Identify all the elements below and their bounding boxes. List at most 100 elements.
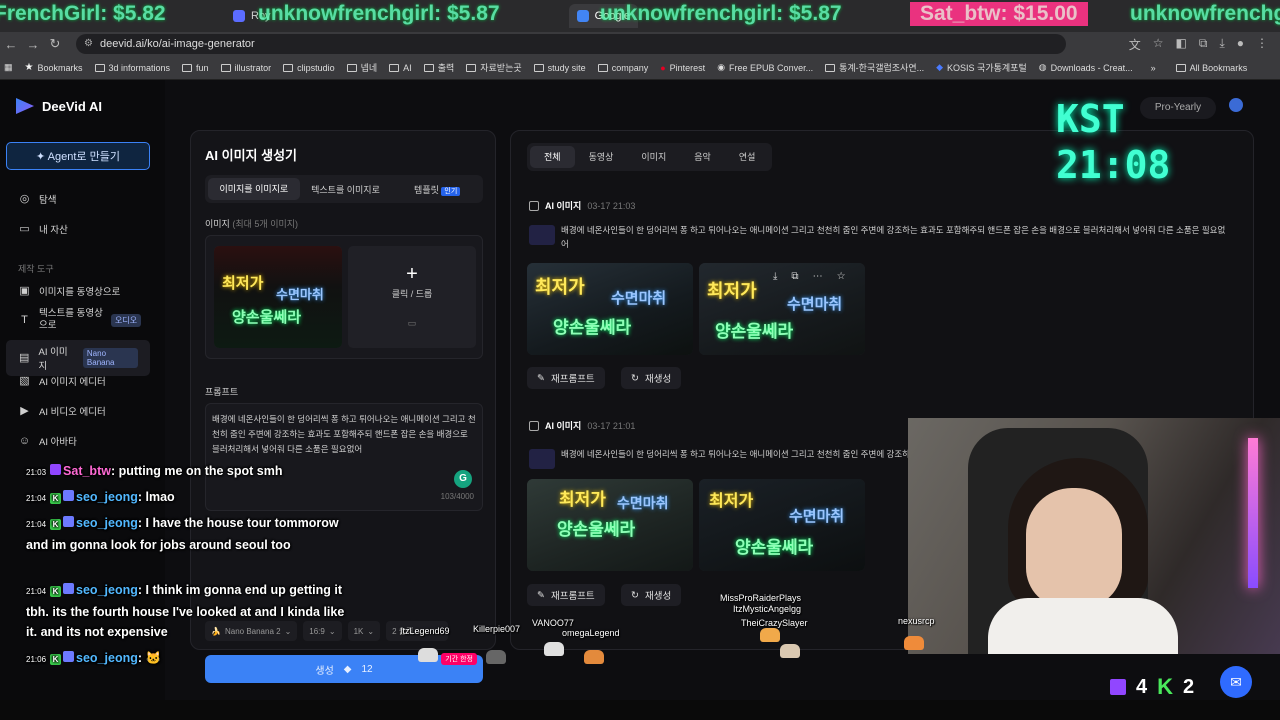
extensions-puzzle-icon[interactable]: ⧉ bbox=[1199, 36, 1208, 53]
badge-icon bbox=[63, 490, 75, 501]
regenerate-button[interactable]: ↻ 재생성 bbox=[621, 367, 682, 389]
browser-toolbar: ← → ↻ ⚙ deevid.ai/ko/ai-image-generator … bbox=[0, 32, 1280, 56]
bookmark-item[interactable]: 넵네 bbox=[346, 61, 377, 74]
tab-image-to-image[interactable]: 이미지를 이미지로 bbox=[208, 178, 300, 200]
bookmark-item[interactable]: 3d informations bbox=[94, 63, 170, 73]
chat-message: 21:04 Kseo_jeong: I have the house tour t… bbox=[26, 516, 339, 552]
back-icon[interactable]: ← bbox=[0, 37, 22, 52]
donation-ticker: FrenchGirl: $5.82 bbox=[0, 2, 166, 25]
sidebar-item-image-to-video[interactable]: ▣ 이미지를 동영상으로 bbox=[18, 284, 120, 299]
favorite-star-icon[interactable]: ☆ bbox=[837, 271, 846, 282]
image-icon: ▣ bbox=[19, 284, 30, 297]
prompt-label: 프롬프트 bbox=[205, 387, 239, 397]
menu-icon[interactable]: ⋮ bbox=[1256, 36, 1268, 53]
grammarly-icon[interactable]: G bbox=[454, 470, 472, 488]
entry-header: AI 이미지 03-17 21:01 bbox=[529, 419, 635, 432]
reprompt-button[interactable]: ✎ 재프롬프트 bbox=[527, 367, 605, 389]
bookmark-item[interactable]: AI bbox=[389, 63, 412, 73]
section-label: 제작 도구 bbox=[18, 264, 54, 274]
video-icon: ▶ bbox=[20, 404, 29, 417]
webcam-feed bbox=[908, 418, 1280, 654]
pet-sprite bbox=[904, 636, 924, 650]
bookmark-item[interactable]: 통계-한국갤럽조사연... bbox=[825, 61, 924, 74]
brand-logo[interactable]: DeeVid AI bbox=[16, 98, 102, 114]
donation-ticker: unknowfrenchgirl: $5.87 bbox=[600, 2, 842, 25]
bookmark-item[interactable]: company bbox=[597, 63, 648, 73]
sidebar-item-explore[interactable]: ◎ 탐색 bbox=[18, 192, 57, 207]
bookmark-star-icon[interactable]: ☆ bbox=[1153, 36, 1164, 53]
pet-name: MissProRaiderPlays bbox=[720, 593, 802, 603]
uploaded-image-thumbnail[interactable]: 최저가 수면마취 양손울쎄라 bbox=[214, 246, 342, 348]
generated-image[interactable]: 최저가 수면마취 양손울쎄라 bbox=[527, 479, 693, 571]
chat-message: 21:06 Kseo_jeong: 🐱 bbox=[26, 651, 162, 665]
pet-name: Killerpie007 bbox=[473, 624, 521, 634]
kick-badge-icon: K bbox=[50, 654, 62, 665]
download-icon[interactable]: ⤓ bbox=[773, 271, 777, 282]
bookmark-item[interactable]: ◆ KOSIS 국가통계포털 bbox=[936, 61, 1027, 74]
tab-speech[interactable]: 연설 bbox=[725, 146, 770, 168]
bookmark-item[interactable]: ● Pinterest bbox=[660, 63, 705, 73]
tab-text-to-image[interactable]: 텍스트를 이미지로 bbox=[300, 183, 392, 196]
edit-icon: ▧ bbox=[19, 374, 30, 387]
pet-name: ItzMysticAngelgg bbox=[733, 604, 802, 614]
bookmark-item[interactable]: ◉ Free EPUB Conver... bbox=[717, 62, 813, 73]
site-info-icon[interactable]: ⚙ bbox=[84, 38, 93, 49]
more-icon[interactable]: ⋯ bbox=[813, 271, 823, 282]
generated-image[interactable]: 최저가 수면마취 양손울쎄라 bbox=[699, 479, 865, 571]
profile-avatar[interactable]: ● bbox=[1237, 36, 1244, 53]
more-bookmarks-icon[interactable]: » bbox=[1151, 63, 1156, 73]
translate-icon[interactable]: 文 bbox=[1129, 36, 1141, 53]
agent-create-button[interactable]: ✦ Agent로 만들기 bbox=[6, 142, 150, 170]
reload-icon[interactable]: ↻ bbox=[44, 36, 66, 52]
results-tabs: 전체 동영상 이미지 음악 연설 bbox=[527, 143, 773, 171]
bookmark-item[interactable]: illustrator bbox=[220, 63, 271, 73]
sidebar-item-ai-video-editor[interactable]: ▶ AI 비디오 에디터 bbox=[18, 404, 105, 419]
forward-icon[interactable]: → bbox=[22, 37, 44, 52]
tab-favicon-icon bbox=[233, 10, 245, 22]
bookmark-item[interactable]: 자료받는곳 bbox=[466, 61, 522, 74]
copy-icon[interactable]: ⧉ bbox=[791, 271, 798, 282]
tab-template[interactable]: 템플릿 인기 bbox=[391, 183, 483, 196]
bookmark-item[interactable]: ★ Bookmarks bbox=[25, 62, 83, 73]
google-icon bbox=[576, 10, 589, 22]
bookmark-item[interactable]: study site bbox=[533, 63, 586, 73]
reprompt-button[interactable]: ✎ 재프롬프트 bbox=[527, 584, 605, 606]
mode-selector: 이미지를 이미지로 텍스트를 이미지로 템플릿 인기 bbox=[205, 175, 483, 203]
refresh-icon: ↻ bbox=[631, 589, 639, 601]
upload-dropzone[interactable]: + 클릭 / 드롭 ▭ bbox=[348, 246, 476, 348]
generated-image[interactable]: 최저가 수면마취 양손울쎄라 bbox=[527, 263, 693, 355]
bookmark-item[interactable]: ◍ Downloads - Creat... bbox=[1039, 62, 1133, 73]
plus-icon: + bbox=[406, 263, 418, 285]
download-icon[interactable]: ⤓ bbox=[1219, 36, 1224, 53]
bookmark-item[interactable]: All Bookmarks bbox=[1175, 63, 1247, 73]
apps-icon[interactable]: ▦ bbox=[4, 62, 13, 73]
sidebar-item-ai-image-editor[interactable]: ▧ AI 이미지 에디터 bbox=[18, 374, 105, 389]
tab-image[interactable]: 이미지 bbox=[627, 146, 680, 168]
tab-all[interactable]: 전체 bbox=[530, 146, 575, 168]
chat-message: 21:03 Sat_btw: putting me on the spot smh bbox=[26, 464, 283, 478]
user-avatar[interactable] bbox=[1229, 98, 1243, 112]
viewer-counts: 4 K2 bbox=[1110, 674, 1194, 700]
sidebar-item-ai-avatar[interactable]: ☺ AI 아바타 bbox=[18, 434, 77, 449]
tab-music[interactable]: 음악 bbox=[680, 146, 725, 168]
chat-message: 21:04 Kseo_jeong: lmao bbox=[26, 490, 175, 504]
address-bar[interactable]: ⚙ deevid.ai/ko/ai-image-generator bbox=[76, 34, 1066, 54]
bookmark-item[interactable]: fun bbox=[182, 63, 209, 73]
regenerate-button[interactable]: ↻ 재생성 bbox=[621, 584, 682, 606]
tab-video[interactable]: 동영상 bbox=[575, 146, 628, 168]
pet-sprite bbox=[780, 644, 800, 658]
page-title: AI 이미지 생성기 bbox=[205, 148, 297, 163]
audio-badge: 오디오 bbox=[111, 313, 142, 327]
sidebar-item-ai-image[interactable]: ▤ AI 이미지 Nano Banana bbox=[6, 340, 150, 376]
image-type-icon bbox=[529, 200, 539, 211]
badge-icon bbox=[63, 651, 75, 662]
sidebar-item-assets[interactable]: ▭ 내 자산 bbox=[18, 222, 68, 237]
extension-icon[interactable]: ◧ bbox=[1176, 36, 1187, 53]
reference-thumbnail bbox=[529, 449, 555, 469]
bookmark-item[interactable]: 출력 bbox=[423, 61, 454, 74]
streamer-shirt bbox=[988, 598, 1178, 654]
bookmark-item[interactable]: clipstudio bbox=[283, 63, 335, 73]
sidebar-item-text-to-video[interactable]: T 텍스트를 동영상으로 오디오 bbox=[18, 308, 142, 332]
chat-support-button[interactable]: ✉ bbox=[1220, 666, 1252, 698]
donation-ticker: unknowfrenchgirl bbox=[1130, 2, 1280, 25]
